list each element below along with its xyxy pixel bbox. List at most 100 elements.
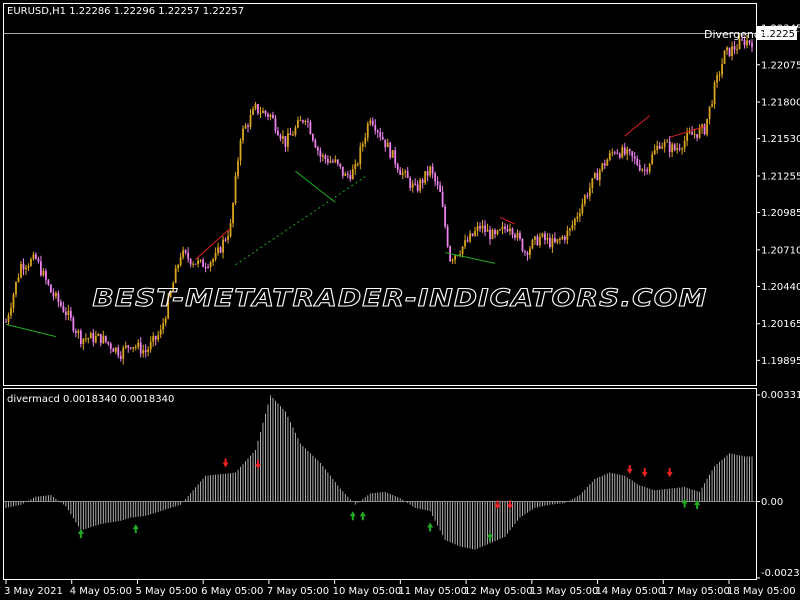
buy-arrow-icon [349,511,356,521]
candle-body [189,258,192,265]
candle-body [516,232,519,238]
candle-body [439,185,442,192]
indicator-scale[interactable]: 0.0033117 0.00 -0.0023801 [756,390,800,579]
candle-body [199,259,202,261]
candle-body [381,136,384,140]
candle-body [30,259,32,266]
candle-body [553,238,556,243]
candle-body [269,114,272,117]
candle-body [544,233,546,240]
main-chart-frame[interactable] [3,3,757,386]
candle-body [94,336,97,343]
candle-body [539,236,541,246]
candle-body [731,46,733,57]
candle-body [22,264,25,270]
candle-body [52,292,55,297]
candle-body [249,114,252,127]
candle-body [59,302,62,307]
candle-body [616,152,619,154]
candle-body [349,174,352,180]
candlestick-series [5,33,753,365]
price-label: 1.20440 [761,282,800,293]
candle-body [356,164,359,166]
candle-body [336,159,339,164]
candle-body [571,225,574,229]
candle-body [319,150,322,157]
candle-body [361,143,364,147]
candle-body [691,132,694,135]
candle-body [277,130,279,136]
candle-body [728,47,731,57]
candle-body [726,47,728,51]
candle-body [446,226,449,247]
candle-body [329,161,332,163]
price-label: 1.21530 [761,134,800,145]
candle-body [82,338,85,344]
candle-body [541,233,544,237]
candle-body [386,142,389,148]
candle-body [324,155,327,159]
candle-body [461,246,464,254]
candle-body [476,226,479,231]
candle-body [474,230,476,236]
candle-body [207,267,209,269]
candle-body [134,346,137,348]
candle-body [721,63,723,75]
candle-body [466,240,469,242]
candle-body [658,145,661,149]
candle-body [259,112,262,114]
candle-body [414,183,417,185]
price-scale[interactable]: 1.223451.220751.218001.215301.212551.209… [756,24,800,367]
candle-body [628,149,631,152]
candle-body [496,230,499,235]
candle-body [294,127,297,135]
candle-body [426,171,429,176]
candle-body [484,225,486,232]
candle-body [421,179,424,184]
candle-body [262,110,264,113]
candle-body [287,133,289,147]
candle-body [563,236,566,240]
candle-body [242,128,244,141]
candle-body [159,329,162,336]
candle-body [459,253,461,256]
time-axis[interactable]: 3 May 2021 4 May 05:00 5 May 05:00 6 May 05… [4,580,796,597]
candle-body [588,188,591,197]
candle-body [37,258,40,262]
candle-body [346,173,349,175]
candle-body [618,153,621,158]
candle-body [394,150,397,165]
bullish-divergence-line [5,323,57,338]
candle-body [504,226,506,229]
candle-body [583,195,586,204]
candle-body [723,50,726,64]
candle-body [681,148,684,150]
candle-body [666,141,669,143]
candle-body [591,178,594,189]
candle-body [354,164,357,170]
candle-body [202,259,205,268]
candle-body [536,236,539,246]
candle-body [79,330,82,344]
candle-body [297,120,299,128]
candle-body [648,163,651,172]
candle-body [254,104,257,109]
price-label: 1.20710 [761,245,800,256]
candle-body [676,148,679,151]
candle-body [224,239,227,241]
candle-body [499,229,501,231]
time-label: 17 May 05:00 [661,586,730,597]
candle-body [683,140,686,149]
candle-body [57,293,60,303]
trading-chart[interactable]: 1.223451.220751.218001.215301.212551.209… [0,0,800,600]
candle-body [529,248,531,255]
indicator-label: -0.0023801 [761,568,800,579]
candle-body [40,261,42,276]
candle-body [441,191,444,207]
candle-body [631,151,634,157]
candle-body [379,132,382,137]
candle-body [316,147,319,151]
candle-body [147,349,150,353]
indicator-frame[interactable] [3,388,757,580]
candle-body [50,284,52,293]
